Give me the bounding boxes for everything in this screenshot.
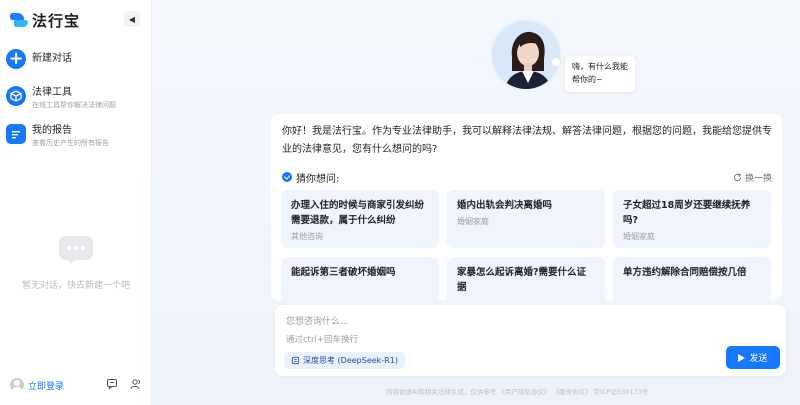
refresh-label: 换一换 xyxy=(744,173,772,184)
assistant-message-card: 你好！我是法行宝。作为专业法律助手，我可以解释法律法规、解答法律问题，根据您的问… xyxy=(271,114,782,300)
empty-history-text: 暂无对话，快去新建一个吧 xyxy=(21,281,130,291)
suggestion-card[interactable]: 子女超过18周岁还要继续抚养吗? 婚姻家庭 xyxy=(613,190,771,248)
empty-history: 暂无对话，快去新建一个吧 xyxy=(0,236,152,291)
suggestion-card[interactable]: 办理入住的时候与商家引发纠纷需要退款，属于什么纠纷 其他咨询 xyxy=(281,190,439,248)
suggestion-card[interactable]: 家暴怎么起诉离婚?需要什么证据 xyxy=(447,257,605,300)
report-icon xyxy=(6,124,26,144)
user-profile-icon[interactable] xyxy=(130,378,142,393)
message-input[interactable] xyxy=(286,315,586,329)
app-name: 法行宝 xyxy=(32,11,81,30)
sidebar-item-legal-tools[interactable]: 法律工具 在线工具帮你解决法律问题 xyxy=(6,86,148,111)
suggestion-text: 子女超过18周岁还要继续抚养吗? xyxy=(623,200,751,226)
suggestion-tag: 婚姻家庭 xyxy=(457,217,489,226)
chevron-left-icon: ◀ xyxy=(128,14,136,24)
sidebar-item-subtitle: 在线工具帮你解决法律问题 xyxy=(32,101,116,109)
logo[interactable]: 法行宝 xyxy=(10,10,80,30)
sidebar-item-subtitle: 查看历史产生的所有报告 xyxy=(32,139,109,147)
suggestion-text: 单方违约解除合同赔偿按几倍 xyxy=(623,267,747,278)
newline-hint: 通过ctrl+回车换行 xyxy=(286,335,358,345)
suggestion-text: 婚内出轨会判决离婚吗 xyxy=(457,200,553,211)
footer-disclaimer: 内容依据AI和相关法律生成，仅供参考 《用户隐私协议》 《服务协议》 京ICP证… xyxy=(386,388,649,396)
brain-icon xyxy=(291,356,300,365)
suggestion-card[interactable]: 单方违约解除合同赔偿按几倍 xyxy=(613,257,771,300)
send-label: 发送 xyxy=(749,354,768,364)
suggestions-header: 猜你想问: 换一换 xyxy=(282,170,772,185)
suggestions-label: 猜你想问: xyxy=(296,173,340,185)
logo-icon xyxy=(10,13,28,27)
suggestion-tag: 婚姻家庭 xyxy=(623,232,655,241)
sidebar-footer: 立即登录 xyxy=(0,365,152,405)
feedback-icon[interactable] xyxy=(106,378,118,393)
new-chat-label: 新建对话 xyxy=(32,53,72,64)
deep-think-label: 深度思考 (DeepSeek-R1) xyxy=(303,356,398,365)
deep-think-toggle[interactable]: 深度思考 (DeepSeek-R1) xyxy=(284,352,405,369)
sidebar-item-title: 我的报告 xyxy=(32,125,72,136)
sidebar: 法行宝 ◀ + 新建对话 法律工具 在线工具帮你解决法律问题 我的报告 查看历史… xyxy=(0,0,152,405)
plus-icon: + xyxy=(6,49,26,69)
refresh-suggestions-button[interactable]: 换一换 xyxy=(733,171,772,184)
collapse-sidebar-button[interactable]: ◀ xyxy=(124,11,140,27)
check-badge-icon xyxy=(282,172,292,182)
suggestion-card[interactable]: 婚内出轨会判决离婚吗 婚姻家庭 xyxy=(447,190,605,248)
send-button[interactable]: 发送 xyxy=(726,346,780,369)
new-chat-button[interactable]: + 新建对话 xyxy=(6,49,148,69)
greeting-bubble: 嗨，有什么我能帮你的~ xyxy=(565,56,635,92)
composer: 通过ctrl+回车换行 深度思考 (DeepSeek-R1) 发送 xyxy=(275,305,786,376)
scale-icon xyxy=(6,86,26,106)
refresh-icon xyxy=(733,172,742,181)
status-dot xyxy=(552,58,560,66)
send-icon xyxy=(738,353,746,362)
suggestion-text: 办理入住的时候与商家引发纠纷需要退款，属于什么纠纷 xyxy=(291,200,425,226)
login-link[interactable]: 立即登录 xyxy=(28,379,64,392)
suggestion-text: 能起诉第三者破坏婚姻吗 xyxy=(291,267,396,278)
assistant-avatar xyxy=(490,19,562,91)
user-avatar-icon[interactable] xyxy=(10,378,24,392)
assistant-intro-text: 你好！我是法行宝。作为专业法律助手，我可以解释法律法规、解答法律问题，根据您的问… xyxy=(282,126,772,155)
sidebar-item-my-reports[interactable]: 我的报告 查看历史产生的所有报告 xyxy=(6,124,148,149)
suggestion-tag: 其他咨询 xyxy=(291,232,323,241)
sidebar-item-title: 法律工具 xyxy=(32,87,72,98)
suggestion-card[interactable]: 能起诉第三者破坏婚姻吗 xyxy=(281,257,439,300)
chat-bubble-icon xyxy=(59,236,93,264)
suggestion-text: 家暴怎么起诉离婚?需要什么证据 xyxy=(457,267,587,293)
